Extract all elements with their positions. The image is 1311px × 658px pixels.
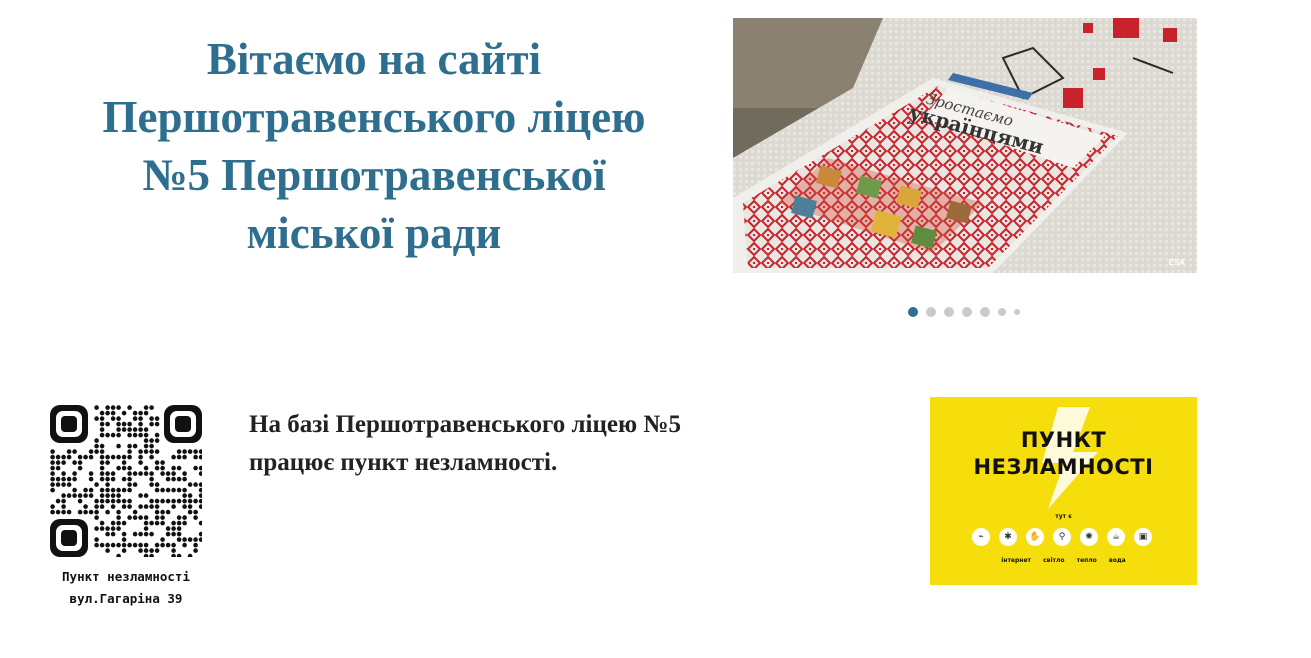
slider-dot-1[interactable] xyxy=(908,307,918,317)
hero-slider-image[interactable]: Зростаємо українцями ESA xyxy=(733,18,1197,273)
info-line-1: На базі Першотравенського ліцею №5 xyxy=(249,411,681,438)
lightbulb-icon: ✱ xyxy=(999,528,1017,546)
welcome-line-4: міської ради xyxy=(246,208,502,258)
slider-dot-2[interactable] xyxy=(926,307,936,317)
qr-caption-address: вул.Гагаріна 39 xyxy=(69,591,183,606)
service-label-water: вода xyxy=(1108,557,1126,564)
info-text: На базі Першотравенського ліцею №5 працю… xyxy=(249,406,849,482)
punkt-subtitle: тут є xyxy=(1055,513,1072,520)
info-line-2: працює пункт незламності. xyxy=(249,449,558,476)
welcome-line-3: №5 Першотравенської xyxy=(142,150,606,200)
slide-photo: Зростаємо українцями xyxy=(733,18,1197,273)
punkt-title: ПУНКТ НЕЗЛАМНОСТІ xyxy=(930,427,1197,481)
virus-icon: ✺ xyxy=(1080,528,1098,546)
qr-code-image xyxy=(50,405,204,559)
service-label-light: світло xyxy=(1043,557,1065,564)
qr-caption-title: Пункт незламності xyxy=(62,569,190,584)
slider-dot-4[interactable] xyxy=(962,307,972,317)
slider-dot-3[interactable] xyxy=(944,307,954,317)
slider-pagination xyxy=(908,307,1020,317)
cup-icon: ☕ xyxy=(1107,528,1125,546)
punkt-title-line-2: НЕЗЛАМНОСТІ xyxy=(973,455,1154,479)
services-icons: ⌁ ✱ ✋ ⚲ ✺ ☕ ▣ xyxy=(972,528,1152,546)
services-labels: інтернет світло тепло вода xyxy=(930,557,1197,564)
water-tap-icon: ⚲ xyxy=(1053,528,1071,546)
qr-caption: Пункт незламності вул.Гагаріна 39 xyxy=(40,566,212,610)
hand-icon: ✋ xyxy=(1026,528,1044,546)
satellite-icon: ⌁ xyxy=(972,528,990,546)
welcome-line-1: Вітаємо на сайті xyxy=(206,34,542,84)
qr-code[interactable] xyxy=(50,405,204,559)
medkit-icon: ▣ xyxy=(1134,528,1152,546)
punkt-title-line-1: ПУНКТ xyxy=(1020,428,1107,452)
slider-dot-5[interactable] xyxy=(980,307,990,317)
slider-dot-6[interactable] xyxy=(998,308,1006,316)
service-label-heat: тепло xyxy=(1076,557,1097,564)
service-label-internet: інтернет xyxy=(1001,557,1031,564)
punkt-nezlamnosti-banner[interactable]: ПУНКТ НЕЗЛАМНОСТІ тут є ⌁ ✱ ✋ ⚲ ✺ ☕ ▣ ін… xyxy=(930,397,1197,585)
welcome-line-2: Першотравенського ліцею xyxy=(102,92,646,142)
image-credit: ESA xyxy=(1168,258,1185,267)
page-title: Вітаємо на сайті Першотравенського ліцею… xyxy=(40,30,708,262)
slider-dot-7[interactable] xyxy=(1014,309,1020,315)
